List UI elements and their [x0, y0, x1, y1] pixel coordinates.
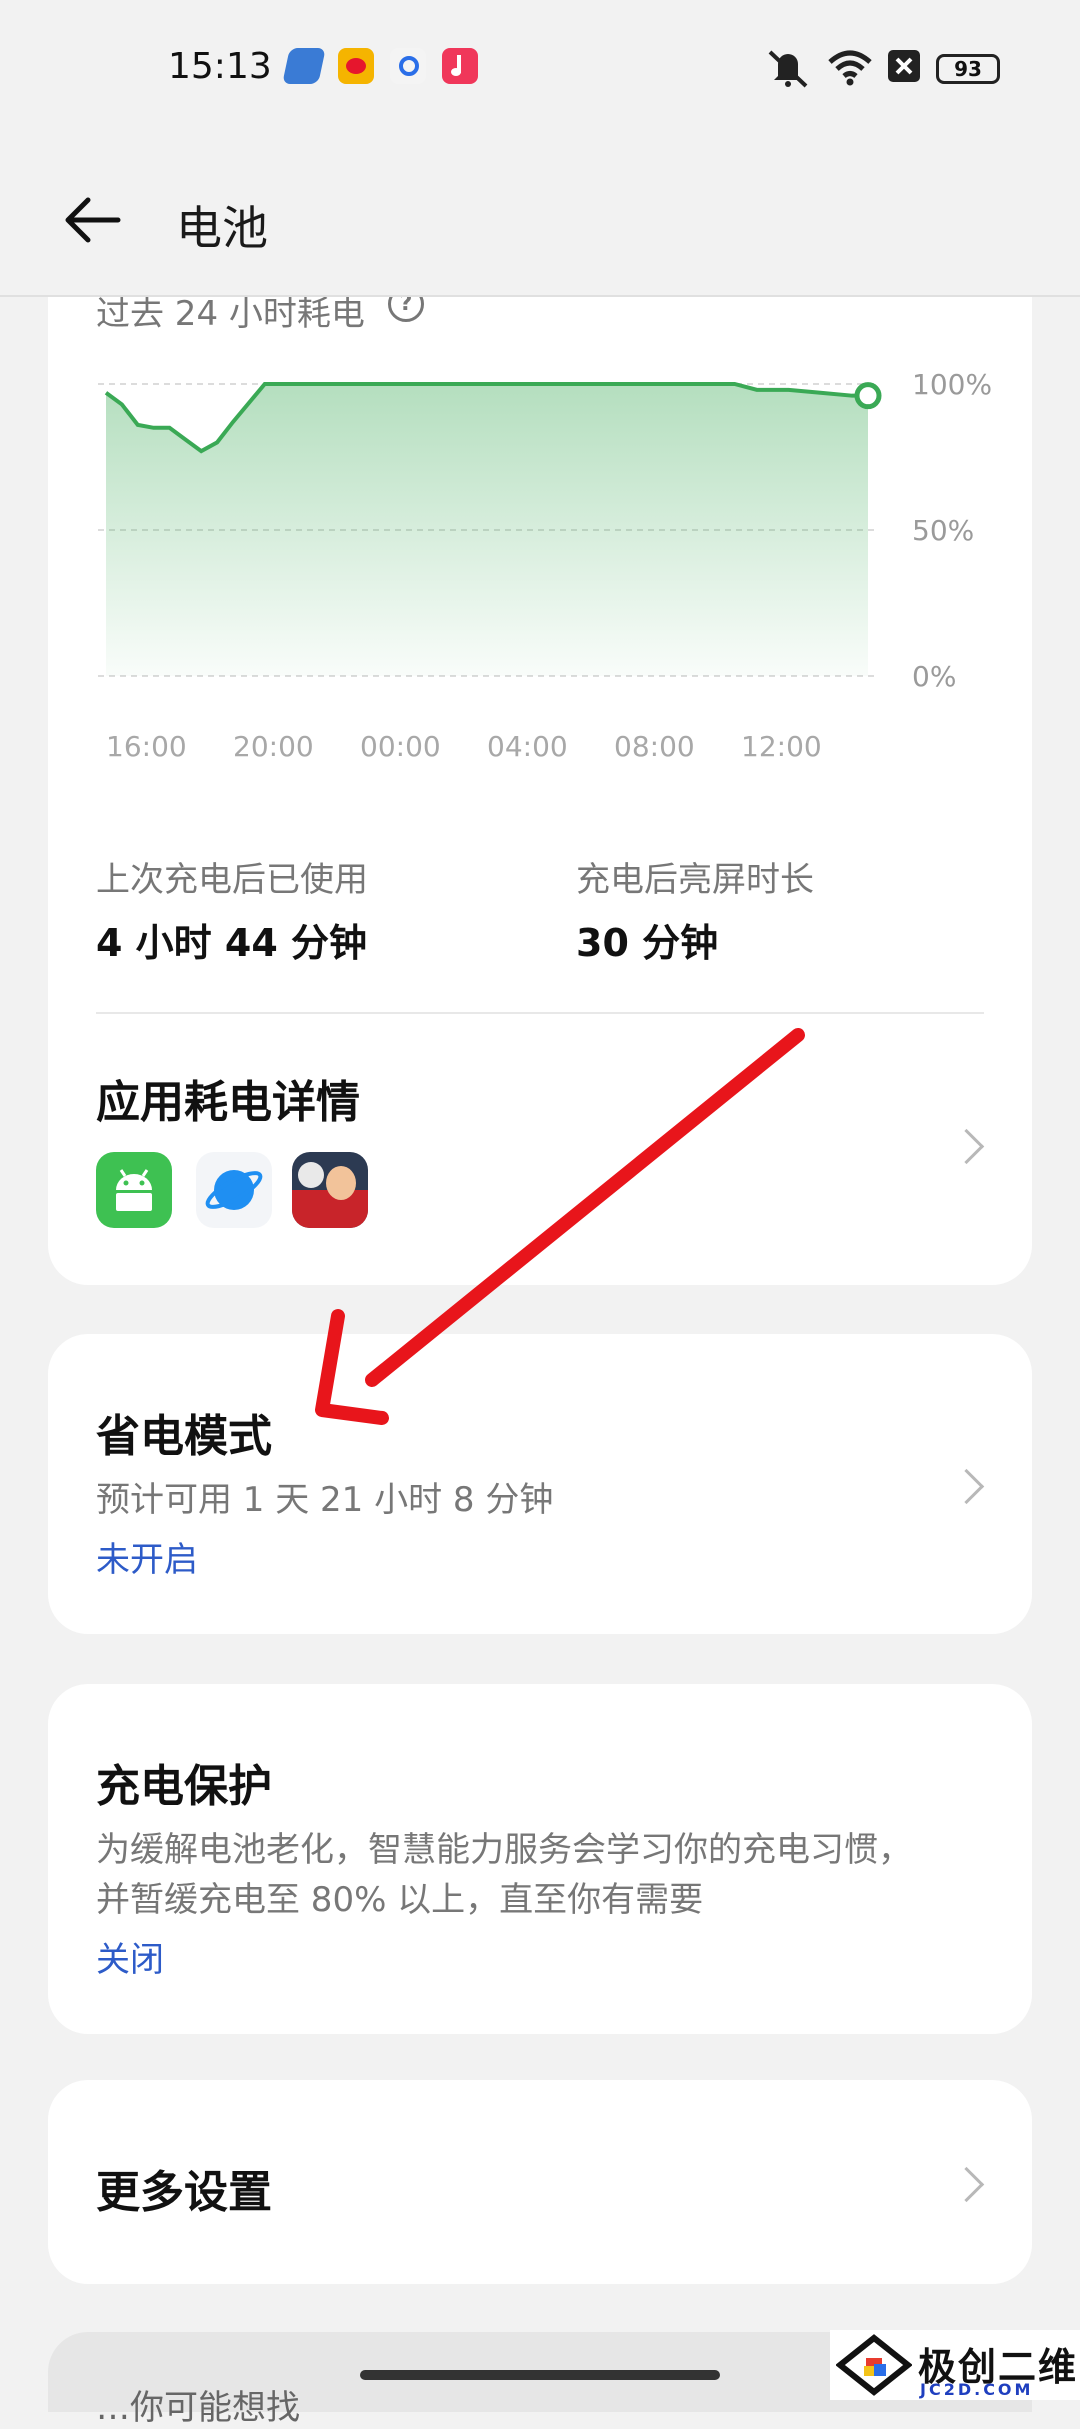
screen-on-label: 充电后亮屏时长	[576, 860, 814, 900]
music-notification-icon	[442, 48, 478, 84]
arrow-left-icon[interactable]	[60, 190, 130, 250]
charge-protection-title: 充电保护	[96, 1761, 272, 1812]
home-indicator	[360, 2370, 720, 2380]
screen-on-value: 30 分钟	[576, 921, 719, 965]
x-tick-label: 08:00	[614, 730, 695, 763]
weibo-notification-icon	[338, 48, 374, 84]
watermark-sub: JC2D.COM	[920, 2380, 1034, 2399]
status-time: 15:13	[168, 46, 272, 87]
sim-off-icon	[888, 50, 920, 82]
more-settings-title: 更多设置	[96, 2167, 272, 2218]
battery-chart: 100% 50% 0% 16:00 20:00 00:00 04:00 08:00 12:00	[98, 368, 992, 763]
x-tick-label: 16:00	[106, 730, 187, 763]
y-tick-label: 100%	[912, 368, 992, 401]
charge-protection-desc-2: 并暂缓充电至 80% 以上，直至你有需要	[96, 1880, 704, 1920]
y-tick-label: 50%	[912, 514, 974, 547]
battery-icon: 93	[936, 54, 1000, 84]
page-title: 电池	[176, 201, 268, 255]
charge-protection-status: 关闭	[96, 1940, 164, 1980]
wifi-icon	[828, 50, 872, 86]
chart-area-fill	[106, 384, 868, 676]
y-tick-label: 0%	[912, 660, 956, 693]
power-saving-estimate: 预计可用 1 天 21 小时 8 分钟	[96, 1480, 554, 1520]
x-tick-label: 00:00	[360, 730, 441, 763]
search-notification-icon	[390, 48, 426, 84]
game-app-icon	[292, 1152, 368, 1228]
chart-end-point	[854, 382, 882, 410]
mute-icon	[768, 50, 808, 88]
watermark-logo-icon	[836, 2334, 912, 2396]
suggestions-title: …你可能想找	[96, 2388, 300, 2428]
last-charge-value: 4 小时 44 分钟	[96, 921, 368, 965]
header-bar	[0, 140, 1080, 297]
power-saving-status: 未开启	[96, 1540, 198, 1580]
android-system-icon	[96, 1152, 172, 1228]
x-tick-label: 04:00	[487, 730, 568, 763]
browser-icon	[196, 1152, 272, 1228]
charge-protection-desc-1: 为缓解电池老化，智慧能力服务会学习你的充电习惯，	[96, 1830, 912, 1870]
app-usage-title: 应用耗电详情	[96, 1077, 360, 1128]
power-saving-title: 省电模式	[96, 1411, 272, 1462]
x-tick-label: 20:00	[233, 730, 314, 763]
x-tick-label: 12:00	[741, 730, 822, 763]
last-charge-label: 上次充电后已使用	[96, 860, 368, 900]
